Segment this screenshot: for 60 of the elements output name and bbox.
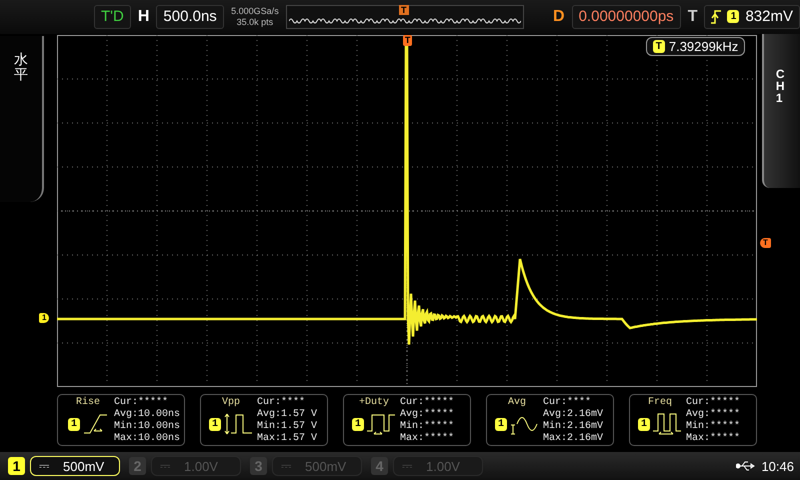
period-icon [652, 411, 682, 438]
measurement-value: Cur:***** [686, 397, 742, 408]
measurement-value: Cur:***** [114, 397, 170, 409]
trigger-position-marker[interactable]: T [402, 34, 412, 46]
side-panel[interactable]: 水平 [0, 36, 44, 202]
channel-scale[interactable]: ⎓ 500mV [30, 456, 120, 476]
trigger-level: 832mV [745, 8, 793, 26]
delay-label: D [552, 8, 566, 26]
horizontal-menu-label: 水平 [14, 52, 28, 84]
trigger-label: T [686, 8, 698, 26]
timebase-label: H [136, 8, 150, 26]
measurement-value: Avg:***** [400, 409, 456, 420]
measurement-value: Min:1.57 V [257, 421, 318, 433]
measurement-panel[interactable]: Rise 1 Cur:***** Avg:10.00ns Min:10.00ns Max:10.00ns [57, 394, 185, 446]
trigger-level-marker[interactable]: T [760, 238, 771, 248]
measurement-value: Max:2.16mV [543, 433, 604, 446]
measurement-title: +Duty [358, 397, 389, 408]
sample-rate: 5.000GSa/s [231, 6, 279, 17]
measurement-value: Min:10.00ns [114, 421, 180, 433]
channel-badge: 1 [209, 418, 221, 431]
measurement-title: Avg [508, 397, 526, 408]
measurement-value: Cur:**** [257, 397, 306, 409]
ground-marker[interactable]: 1 [39, 312, 50, 323]
channel-badge: 1 [495, 418, 507, 431]
memory-depth: 35.0k pts [236, 16, 274, 28]
channel-badge: 1 [68, 418, 80, 431]
measurement-value: Avg:***** [686, 409, 742, 420]
usb-icon [736, 461, 756, 472]
measurement-title: Freq [648, 397, 672, 408]
measurement-panel[interactable]: Vpp 1 Cur:**** Avg:1.57 V Min:1.57 V Max:1.57 V [200, 394, 328, 446]
trigger-settings[interactable]: 1 832mV [704, 4, 800, 29]
measurement-value: Max:***** [686, 433, 742, 446]
measurement-value: Min:2.16mV [543, 421, 604, 433]
measurement-value: Min:***** [686, 421, 742, 432]
channel-badge: 1 [638, 418, 650, 431]
measurement-value: Min:***** [400, 421, 456, 432]
trigger-channel: 1 [727, 10, 740, 24]
measurement-value: Avg:1.57 V [257, 409, 318, 420]
channel-number[interactable]: 1 [8, 457, 25, 476]
rising-edge-icon [711, 10, 722, 24]
measurement-value: Cur:**** [543, 397, 592, 409]
clock: 10:46 [761, 458, 794, 474]
measurement-panel[interactable]: +Duty 1 Cur:***** Avg:***** Min:***** Max:***** [343, 394, 471, 446]
measurement-value: Avg:10.00ns [114, 409, 180, 420]
measurement-value: Avg:2.16mV [543, 409, 604, 420]
frequency-counter: T 7.39299kHz [646, 36, 746, 56]
measurement-value: Max:***** [400, 433, 456, 446]
measurement-value: Cur:***** [400, 397, 456, 408]
measurement-value: Max:10.00ns [114, 433, 180, 446]
measurement-title: Rise [76, 397, 100, 408]
measurement-panel[interactable]: Avg 1 Cur:**** Avg:2.16mV Min:2.16mV Max:2.16mV [486, 394, 614, 446]
measurement-title: Vpp [222, 397, 240, 408]
trigger-status: T'D [94, 4, 131, 29]
delay-value[interactable]: 0.00000000ps [572, 4, 681, 29]
measurement-panel[interactable]: Freq 1 Cur:***** Avg:***** Min:***** Max:***** [629, 394, 757, 446]
timebase-value[interactable]: 500.0ns [156, 4, 224, 29]
channel-tab[interactable]: CH1 [762, 34, 800, 188]
measurement-value: Max:1.57 V [257, 433, 318, 446]
channel-badge: 1 [352, 418, 364, 431]
trigger-position-marker: T [399, 4, 409, 15]
